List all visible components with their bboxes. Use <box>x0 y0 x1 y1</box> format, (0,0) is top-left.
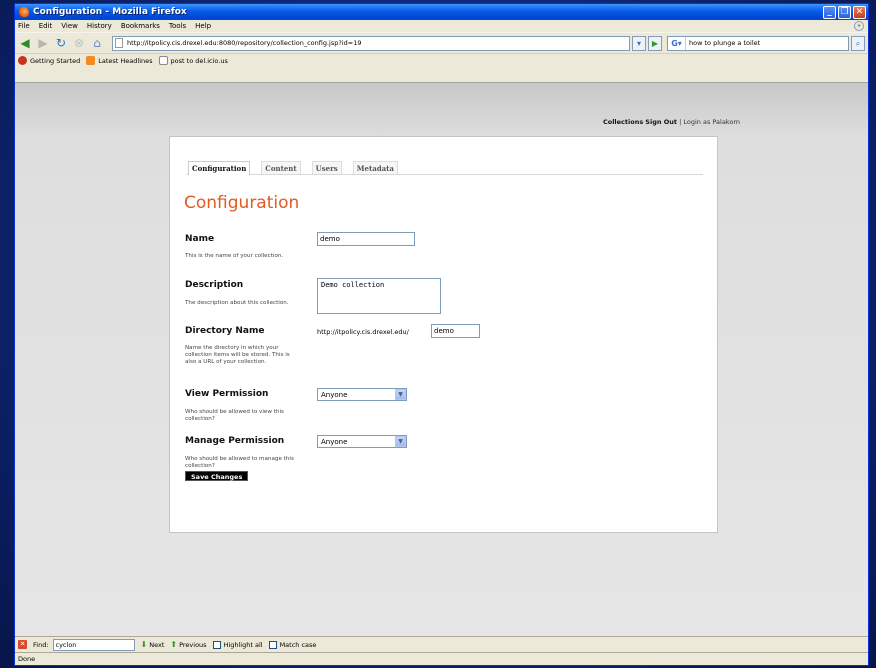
menu-bar: File Edit View History Bookmarks Tools H… <box>15 20 868 32</box>
url-dropdown-icon[interactable]: ▾ <box>632 35 646 51</box>
page-content: Collections Sign Out | Login as Palakorn… <box>15 82 868 636</box>
manage-permission-select[interactable]: Anyone ▼ <box>317 435 407 448</box>
throbber-icon: ✦ <box>854 21 864 31</box>
bookmark-label: Latest Headlines <box>98 56 153 65</box>
save-changes-button[interactable]: Save Changes <box>185 471 249 481</box>
menu-history[interactable]: History <box>87 22 112 30</box>
close-button[interactable]: ✕ <box>853 5 866 19</box>
bookmark-latest-headlines[interactable]: Latest Headlines <box>86 56 153 65</box>
manage-permission-label: Manage Permission <box>185 436 285 446</box>
directory-input[interactable]: demo <box>431 324 480 338</box>
tab-users[interactable]: Users <box>311 161 342 174</box>
tab-bar: Configuration Content Users Metadata <box>186 161 703 175</box>
bookmark-label: Getting Started <box>30 56 81 65</box>
bookmark-getting-started[interactable]: Getting Started <box>18 56 80 65</box>
menu-view[interactable]: View <box>61 22 78 30</box>
search-text: how to plunge a toilet <box>689 39 761 47</box>
search-icon[interactable]: ⌕ <box>851 35 865 51</box>
tab-configuration[interactable]: Configuration <box>188 161 251 175</box>
rss-icon <box>86 56 96 65</box>
bookmarks-toolbar: Getting Started Latest Headlines post to… <box>15 53 868 67</box>
url-text: http://itpolicy.cis.drexel.edu:8080/repo… <box>127 39 362 47</box>
find-previous-label: Previous <box>179 640 207 649</box>
reload-icon[interactable]: ↻ <box>54 36 68 50</box>
top-links: Collections Sign Out | Login as Palakorn <box>603 118 740 126</box>
navigation-toolbar: ◀ ▶ ↻ ⊗ ⌂ http://itpolicy.cis.drexel.edu… <box>15 32 868 53</box>
chevron-down-icon[interactable]: ▼ <box>395 436 406 447</box>
description-textarea[interactable]: Demo collection <box>317 278 441 314</box>
home-icon[interactable]: ⌂ <box>90 36 104 50</box>
minimize-button[interactable]: _ <box>823 5 836 19</box>
firefox-logo-icon <box>18 6 29 18</box>
window-title: Configuration - Mozilla Firefox <box>33 7 187 17</box>
arrow-down-icon: ⬇ <box>140 640 148 649</box>
match-case-checkbox[interactable]: Match case <box>268 640 317 649</box>
forward-icon[interactable]: ▶ <box>36 36 50 50</box>
find-next-label: Next <box>149 640 165 649</box>
stop-icon[interactable]: ⊗ <box>72 36 86 50</box>
config-panel: Configuration Content Users Metadata Con… <box>169 136 718 533</box>
bookmark-delicious[interactable]: post to del.icio.us <box>158 56 228 65</box>
find-input[interactable]: cyclon <box>52 638 135 651</box>
description-help: The description about this collection. <box>185 300 289 306</box>
directory-url-prefix: http://itpolicy.cis.drexel.edu/ <box>317 328 409 336</box>
name-input[interactable]: demo <box>317 232 415 246</box>
go-icon[interactable]: ▶ <box>648 35 662 51</box>
menu-help[interactable]: Help <box>195 22 211 30</box>
google-search-engine-icon[interactable]: G▾ <box>668 36 686 50</box>
page-icon <box>115 38 123 48</box>
search-bar[interactable]: G▾ how to plunge a toilet <box>667 35 849 51</box>
find-bar: ✕ Find: cyclon ⬇ Next ⬆ Previous Highlig… <box>15 636 868 652</box>
separator: | <box>679 118 682 126</box>
maximize-button[interactable]: ❐ <box>838 5 851 19</box>
highlight-all-checkbox[interactable]: Highlight all <box>212 640 263 649</box>
menu-edit[interactable]: Edit <box>39 22 53 30</box>
checkbox-icon <box>268 640 277 649</box>
view-permission-select[interactable]: Anyone ▼ <box>317 388 407 401</box>
collections-link[interactable]: Collections <box>603 118 643 126</box>
directory-help: Name the directory in which your collect… <box>185 345 290 365</box>
firefox-bookmark-icon <box>18 56 27 65</box>
close-icon[interactable]: ✕ <box>18 640 27 649</box>
sign-out-link[interactable]: Sign Out <box>645 118 677 126</box>
arrow-up-icon: ⬆ <box>170 640 178 649</box>
page-title: Configuration <box>184 193 300 213</box>
menu-bookmarks[interactable]: Bookmarks <box>121 22 160 30</box>
find-label: Find: <box>33 640 49 649</box>
match-case-label: Match case <box>279 640 317 649</box>
checkbox-icon <box>212 640 221 649</box>
menu-tools[interactable]: Tools <box>169 22 186 30</box>
status-bar: Done <box>15 652 868 665</box>
browser-window: Configuration - Mozilla Firefox _ ❐ ✕ Fi… <box>14 3 869 666</box>
back-icon[interactable]: ◀ <box>18 36 32 50</box>
tab-content[interactable]: Content <box>261 161 301 174</box>
view-permission-value: Anyone <box>321 390 348 399</box>
tab-metadata[interactable]: Metadata <box>352 161 398 174</box>
manage-permission-value: Anyone <box>321 437 348 446</box>
login-status: Login as Palakorn <box>683 118 740 126</box>
view-permission-help: Who should be allowed to view this colle… <box>185 409 284 422</box>
title-bar[interactable]: Configuration - Mozilla Firefox _ ❐ ✕ <box>15 4 868 20</box>
find-next-button[interactable]: ⬇ Next <box>141 640 165 649</box>
manage-permission-help: Who should be allowed to manage this col… <box>185 456 294 469</box>
chevron-down-icon[interactable]: ▼ <box>395 389 406 400</box>
page-icon <box>158 56 168 65</box>
bookmark-label: post to del.icio.us <box>170 56 228 65</box>
highlight-all-label: Highlight all <box>223 640 263 649</box>
view-permission-label: View Permission <box>185 389 269 399</box>
name-help: This is the name of your collection. <box>185 253 284 259</box>
name-label: Name <box>185 234 215 244</box>
description-label: Description <box>185 280 244 290</box>
menu-file[interactable]: File <box>18 22 30 30</box>
find-previous-button[interactable]: ⬆ Previous <box>170 640 206 649</box>
directory-label: Directory Name <box>185 326 265 336</box>
url-bar[interactable]: http://itpolicy.cis.drexel.edu:8080/repo… <box>112 35 630 51</box>
